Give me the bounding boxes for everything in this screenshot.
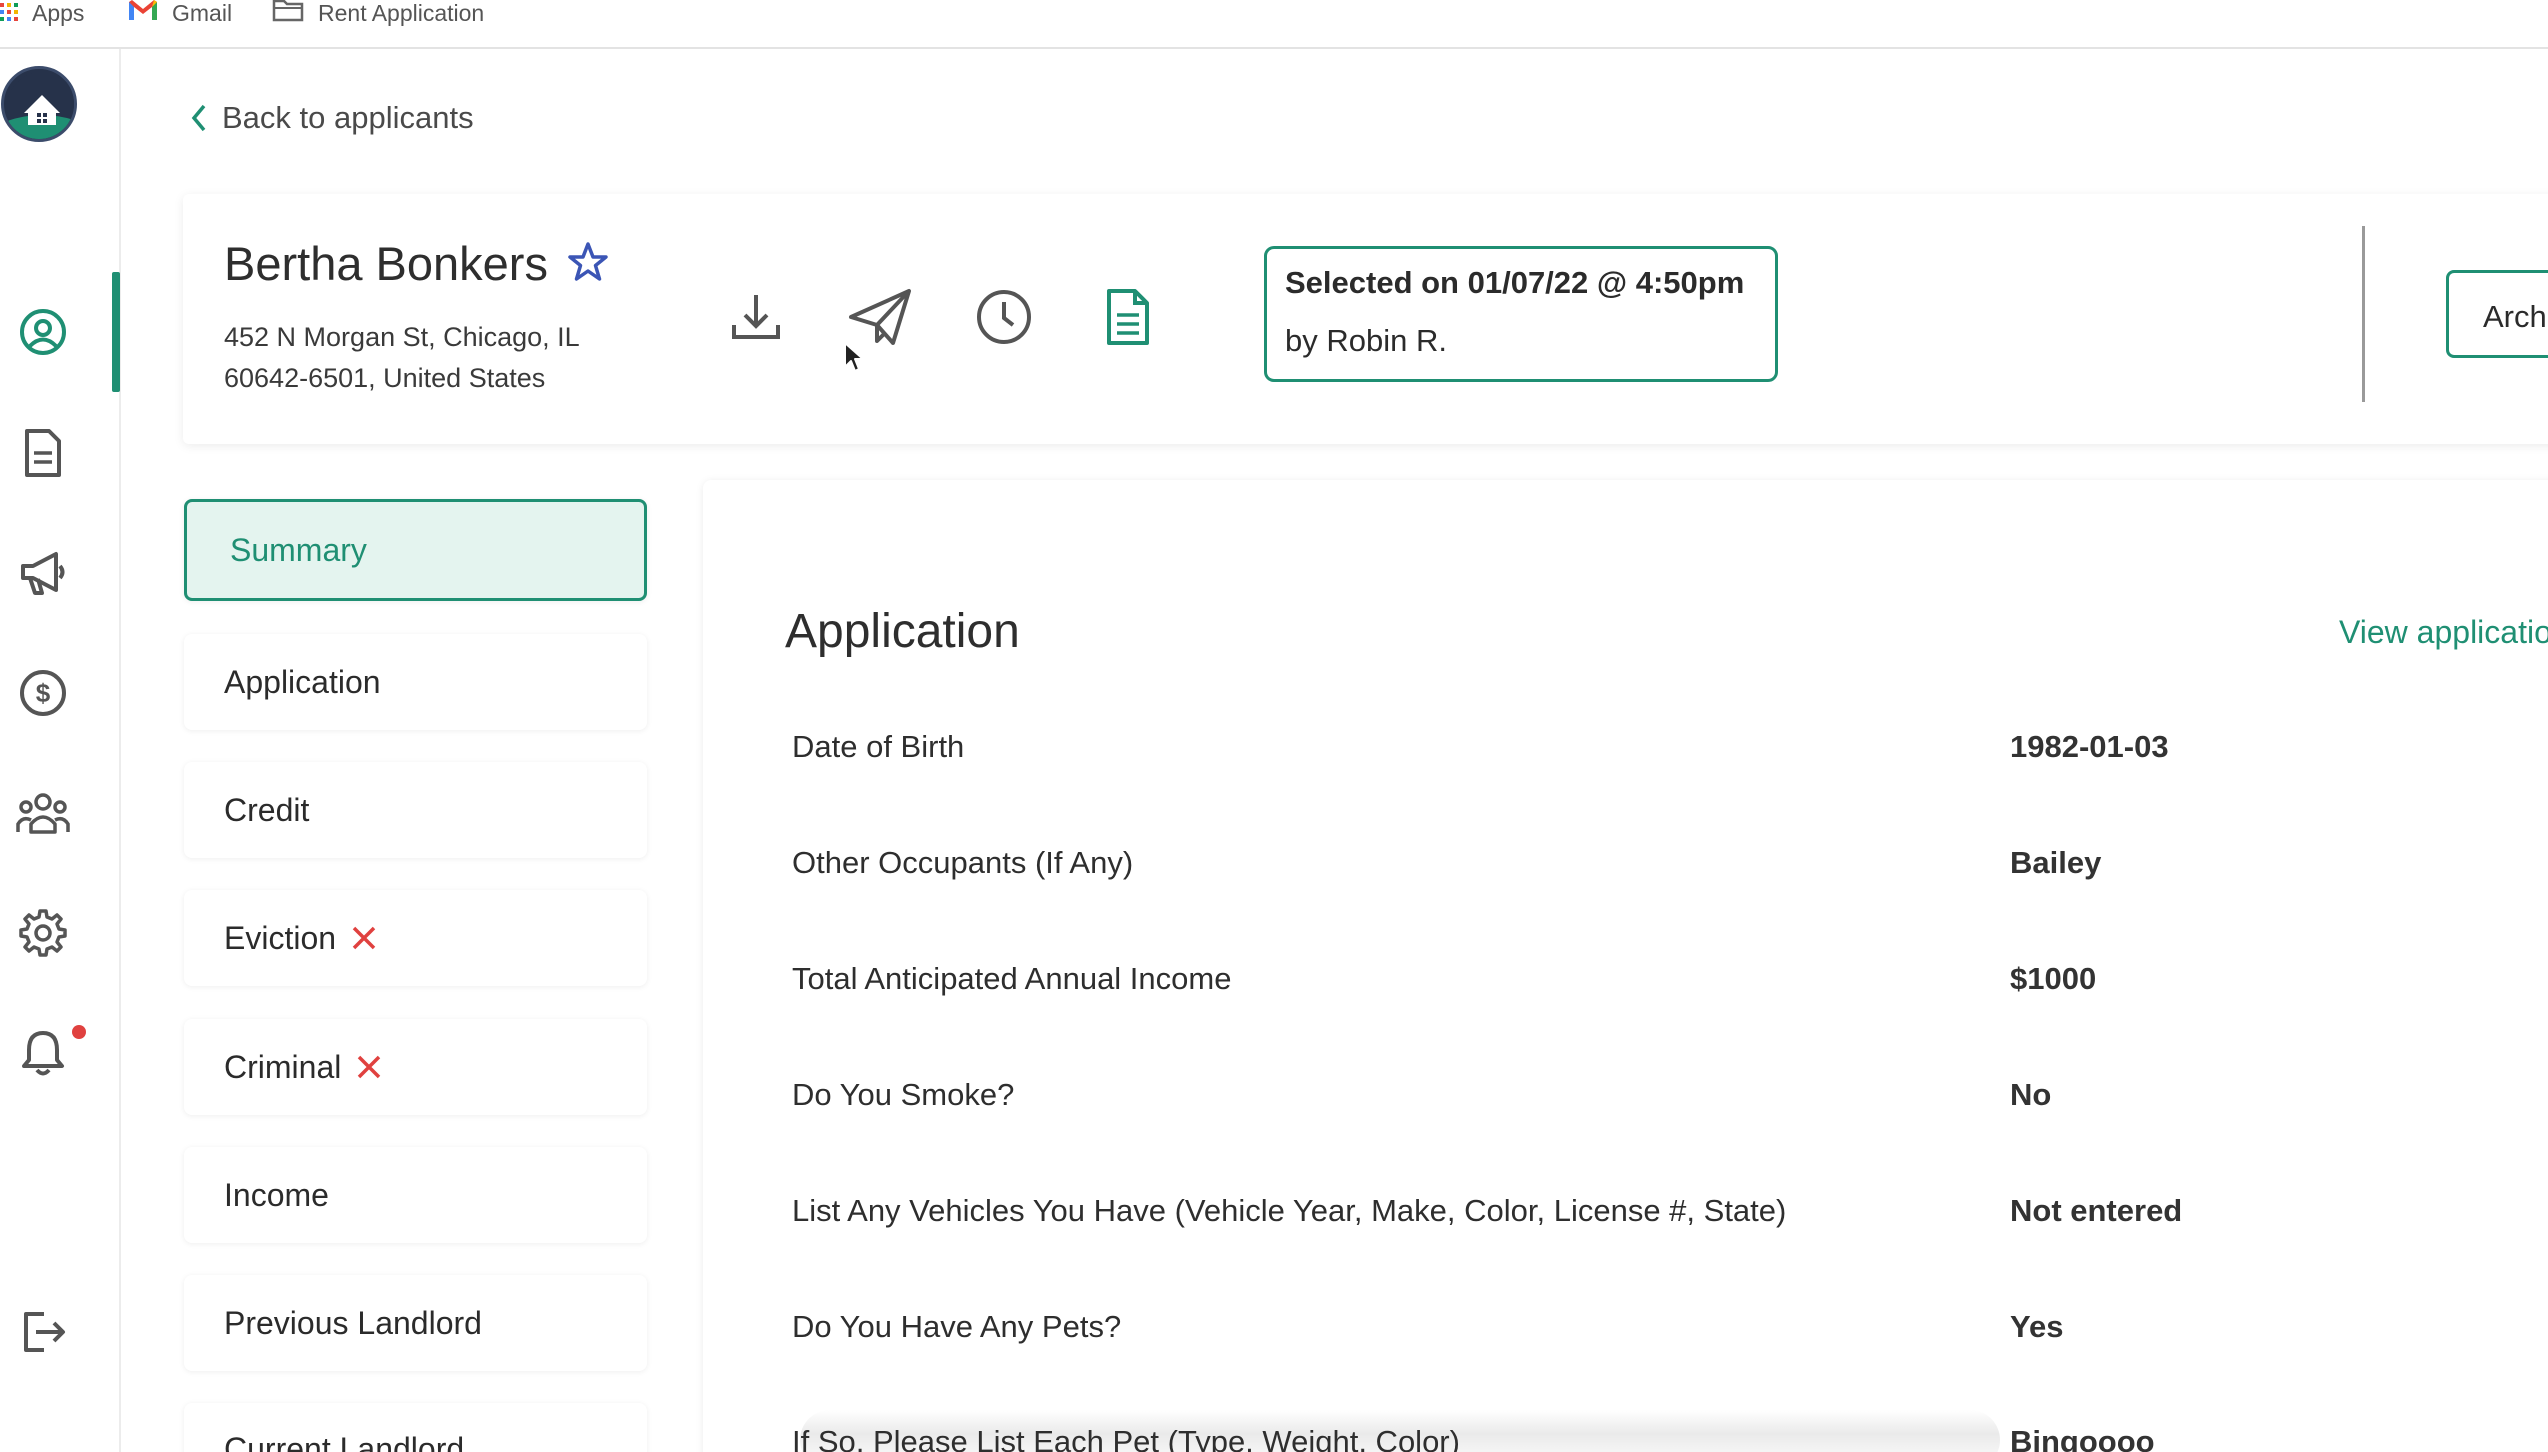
sidebar-item-payments[interactable]: $: [14, 664, 72, 722]
svg-text:$: $: [36, 678, 51, 708]
field-value: No: [2010, 1077, 2052, 1112]
sidebar-item-marketing[interactable]: [14, 544, 72, 602]
section-label: Summary: [230, 531, 367, 568]
bookmark-rent-application[interactable]: Rent Application: [272, 0, 484, 26]
history-clock-icon: [977, 290, 1031, 344]
field-value: Yes: [2010, 1309, 2064, 1344]
user-circle-icon: [20, 309, 66, 355]
app-logo[interactable]: [1, 66, 77, 142]
apps-grid-icon: [0, 0, 32, 27]
sidebar-item-settings[interactable]: [14, 904, 72, 962]
field-value: Not entered: [2010, 1193, 2183, 1228]
folder-icon: [272, 0, 318, 28]
sidebar-item-tenants[interactable]: [14, 784, 72, 842]
section-label: Application: [224, 663, 381, 700]
download-icon: [732, 295, 780, 339]
favorite-star-button[interactable]: [567, 241, 609, 288]
chevron-left-icon: [191, 104, 206, 132]
section-application[interactable]: Application: [184, 634, 647, 730]
file-text-icon: [1107, 289, 1149, 345]
section-credit[interactable]: Credit: [184, 762, 647, 858]
field-value: Bingoooo: [2010, 1424, 2155, 1452]
field-label: Total Anticipated Annual Income: [792, 961, 1232, 996]
field-label: Other Occupants (If Any): [792, 845, 1134, 880]
sidebar-item-profile[interactable]: [14, 303, 72, 361]
document-icon: [25, 429, 61, 477]
bookmarks-bar: Apps Gmail Rent Application: [0, 0, 2548, 49]
selection-status-box: Selected on 01/07/22 @ 4:50pm by Robin R…: [1264, 246, 1778, 382]
section-previous-landlord[interactable]: Previous Landlord: [184, 1275, 647, 1371]
section-label: Credit: [224, 791, 310, 828]
application-document-button[interactable]: [1093, 282, 1163, 352]
section-label: Current Landlord: [224, 1431, 465, 1452]
field-label: Date of Birth: [792, 729, 965, 764]
download-button[interactable]: [721, 282, 791, 352]
mouse-cursor-icon: [843, 341, 865, 378]
section-current-landlord[interactable]: Current Landlord: [184, 1403, 647, 1452]
field-label: Do You Have Any Pets?: [792, 1309, 1122, 1344]
people-group-icon: [16, 793, 70, 834]
applicant-name: Bertha Bonkers: [224, 237, 548, 290]
bookmark-label: Rent Application: [318, 0, 485, 26]
field-value: $1000: [2010, 961, 2097, 996]
left-sidebar: [0, 49, 121, 1452]
bookmark-gmail[interactable]: Gmail: [128, 0, 232, 26]
view-application-link[interactable]: View applicatio: [2339, 614, 2548, 651]
selected-date: Selected on 01/07/22 @ 4:50pm: [1285, 265, 1745, 300]
address-line-1: 452 N Morgan St, Chicago, IL: [224, 322, 580, 352]
star-icon: [568, 242, 608, 281]
gear-icon: [19, 909, 67, 957]
gmail-icon: [128, 0, 172, 27]
archive-button[interactable]: Arch: [2446, 270, 2548, 358]
applicant-address: 452 N Morgan St, Chicago, IL 60642-6501,…: [224, 317, 644, 399]
sidebar-item-notifications[interactable]: [14, 1024, 72, 1082]
bell-icon: [22, 1031, 64, 1076]
fail-x-icon: [350, 924, 378, 952]
notification-badge: [72, 1025, 86, 1039]
application-section-title: Application: [785, 605, 1020, 658]
field-label: List Any Vehicles You Have (Vehicle Year…: [792, 1193, 1787, 1228]
bookmark-label: Apps: [32, 0, 85, 26]
section-label: Eviction: [224, 919, 337, 956]
selected-by: by Robin R.: [1285, 323, 1447, 358]
section-label: Income: [224, 1176, 329, 1213]
bookmark-label: Gmail: [172, 0, 233, 26]
sidebar-item-logout[interactable]: [14, 1303, 72, 1361]
logout-icon: [24, 1312, 65, 1352]
send-icon: [849, 289, 911, 345]
field-value: Bailey: [2010, 845, 2102, 880]
section-eviction[interactable]: Eviction: [184, 890, 647, 986]
field-label: If So, Please List Each Pet (Type, Weigh…: [792, 1424, 1460, 1452]
dollar-circle-icon: $: [20, 670, 66, 716]
sidebar-item-documents[interactable]: [14, 424, 72, 482]
active-nav-indicator: [112, 272, 120, 392]
address-line-2: 60642-6501, United States: [224, 363, 546, 393]
section-summary[interactable]: Summary: [184, 499, 647, 601]
back-to-applicants-link[interactable]: Back to applicants: [190, 100, 474, 136]
field-value: 1982-01-03: [2010, 729, 2169, 764]
history-button[interactable]: [969, 282, 1039, 352]
field-label: Do You Smoke?: [792, 1077, 1015, 1112]
fail-x-icon: [355, 1053, 383, 1081]
section-income[interactable]: Income: [184, 1147, 647, 1243]
back-link-label: Back to applicants: [222, 100, 474, 135]
section-label: Previous Landlord: [224, 1304, 482, 1341]
section-label: Criminal: [224, 1048, 342, 1085]
section-criminal[interactable]: Criminal: [184, 1019, 647, 1115]
bookmark-apps[interactable]: Apps: [0, 0, 84, 26]
header-divider: [2362, 226, 2365, 402]
megaphone-icon: [21, 552, 65, 595]
